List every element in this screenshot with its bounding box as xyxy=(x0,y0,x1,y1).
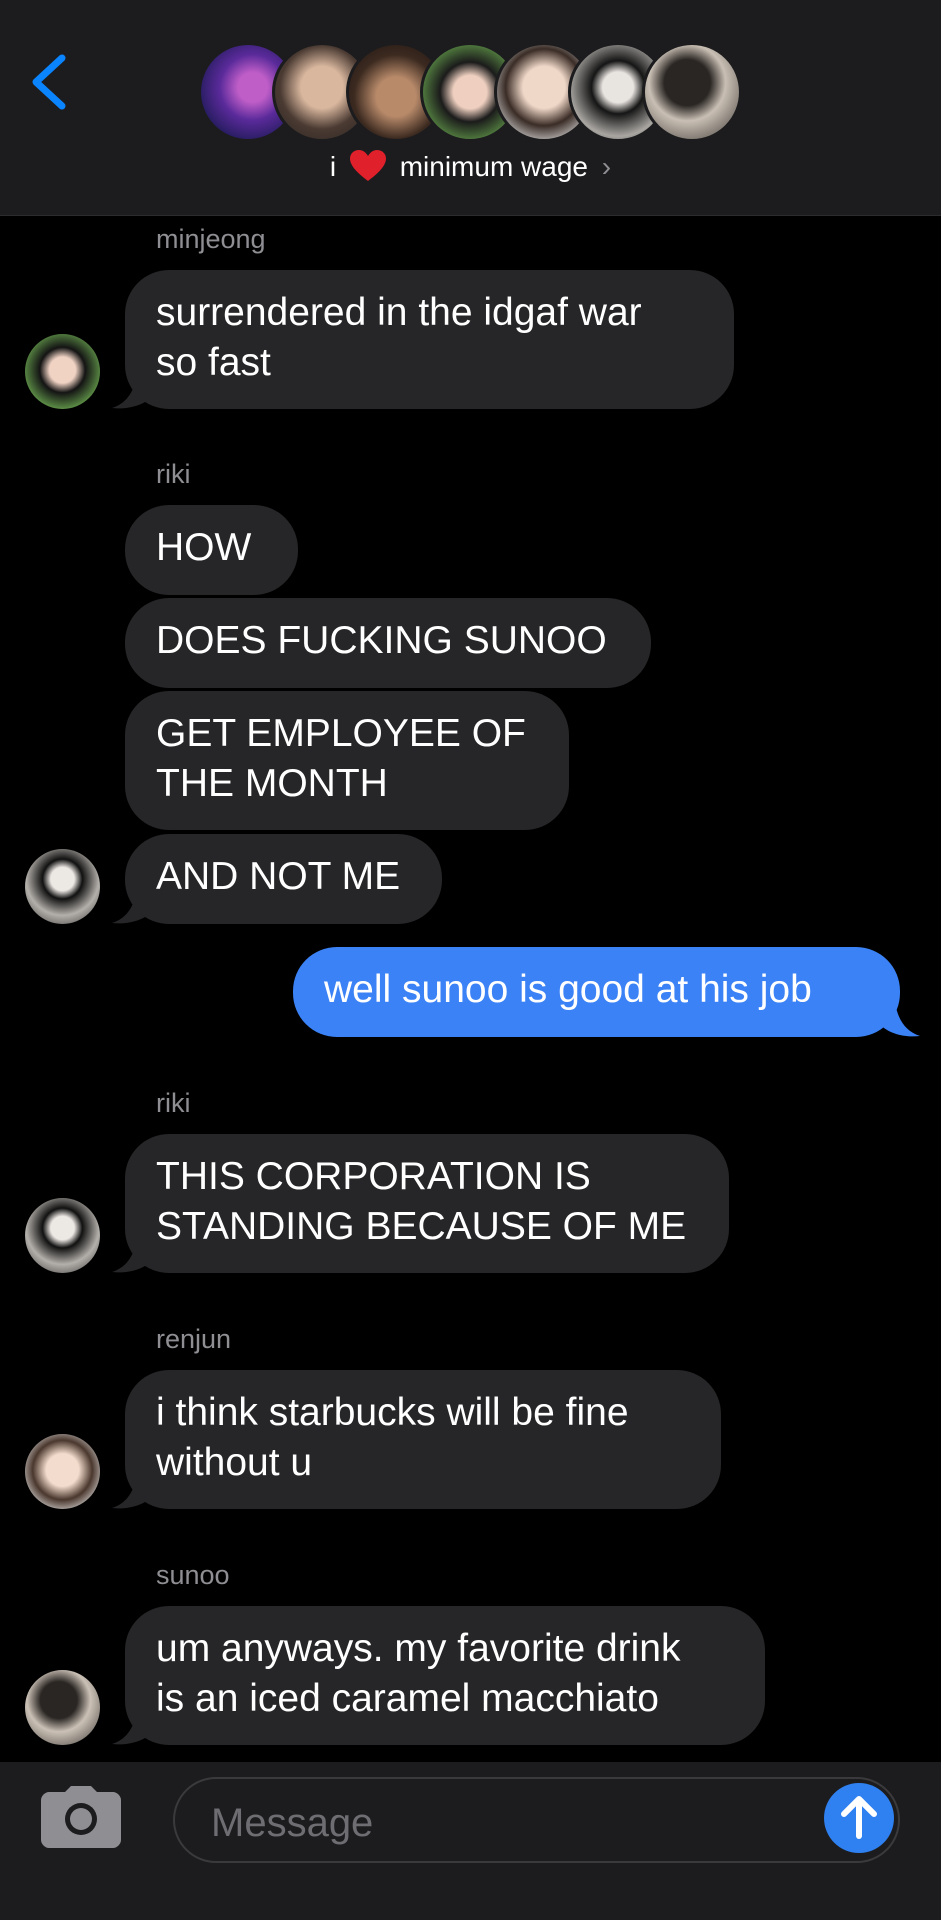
avatar-riki[interactable] xyxy=(25,1198,100,1273)
message-bubble[interactable]: surrendered in the idgaf war so fast xyxy=(125,270,734,409)
sender-name: minjeong xyxy=(156,224,266,254)
message-bubble[interactable]: GET EMPLOYEE OF THE MONTH xyxy=(125,691,569,830)
outgoing-message-bubble[interactable]: well sunoo is good at his job xyxy=(293,947,900,1037)
message-text: DOES FUCKING SUNOO xyxy=(156,619,607,662)
message-text-line: surrendered in the idgaf war xyxy=(156,291,642,334)
message-text-line: GET EMPLOYEE OF xyxy=(156,712,526,755)
message-input[interactable]: Message xyxy=(173,1777,900,1863)
message-bubble[interactable]: DOES FUCKING SUNOO xyxy=(125,598,651,688)
arrow-up-icon xyxy=(841,1796,877,1839)
group-title-text: minimum wage xyxy=(399,151,588,182)
group-title-prefix: i xyxy=(329,151,337,182)
message-text-line: THE MONTH xyxy=(156,762,388,805)
message-text-line: um anyways. my favorite drink xyxy=(156,1627,681,1670)
group-avatar-7 xyxy=(642,42,742,142)
message-bubble[interactable]: AND NOT ME xyxy=(125,834,442,924)
avatar-sunoo[interactable] xyxy=(25,1670,100,1745)
avatar-renjun[interactable] xyxy=(25,1434,100,1509)
avatar-minjeong[interactable] xyxy=(25,334,100,409)
chevron-right-icon: › xyxy=(601,151,612,182)
message-composer: Message xyxy=(0,1762,941,1920)
send-button[interactable] xyxy=(824,1783,894,1853)
heart-icon xyxy=(349,150,386,181)
message-text-line: is an iced caramel macchiato xyxy=(156,1677,659,1720)
message-bubble[interactable]: um anyways. my favorite drink is an iced… xyxy=(125,1606,765,1745)
sender-name: riki xyxy=(156,459,191,489)
message-text: well sunoo is good at his job xyxy=(324,968,812,1011)
message-text-line: i think starbucks will be fine xyxy=(156,1391,629,1434)
message-text-line: THIS CORPORATION IS xyxy=(156,1155,591,1198)
message-text: HOW xyxy=(156,526,252,569)
camera-icon[interactable] xyxy=(41,1784,121,1848)
message-bubble[interactable]: HOW xyxy=(125,505,298,595)
message-bubble[interactable]: i think starbucks will be fine without u xyxy=(125,1370,721,1509)
message-text-line: STANDING BECAUSE OF ME xyxy=(156,1205,687,1248)
sender-name: renjun xyxy=(156,1324,232,1354)
sender-name: sunoo xyxy=(156,1560,230,1590)
group-avatars[interactable] xyxy=(198,42,743,142)
message-bubble[interactable]: THIS CORPORATION IS STANDING BECAUSE OF … xyxy=(125,1134,729,1273)
sender-name: riki xyxy=(156,1088,191,1118)
back-chevron-icon[interactable] xyxy=(28,52,72,112)
message-text: AND NOT ME xyxy=(156,855,401,898)
group-title[interactable]: i minimum wage › xyxy=(0,150,941,183)
message-text-line: without u xyxy=(156,1441,313,1484)
message-text-line: so fast xyxy=(156,341,271,384)
conversation-header: i minimum wage › xyxy=(0,0,941,216)
avatar-riki[interactable] xyxy=(25,849,100,924)
